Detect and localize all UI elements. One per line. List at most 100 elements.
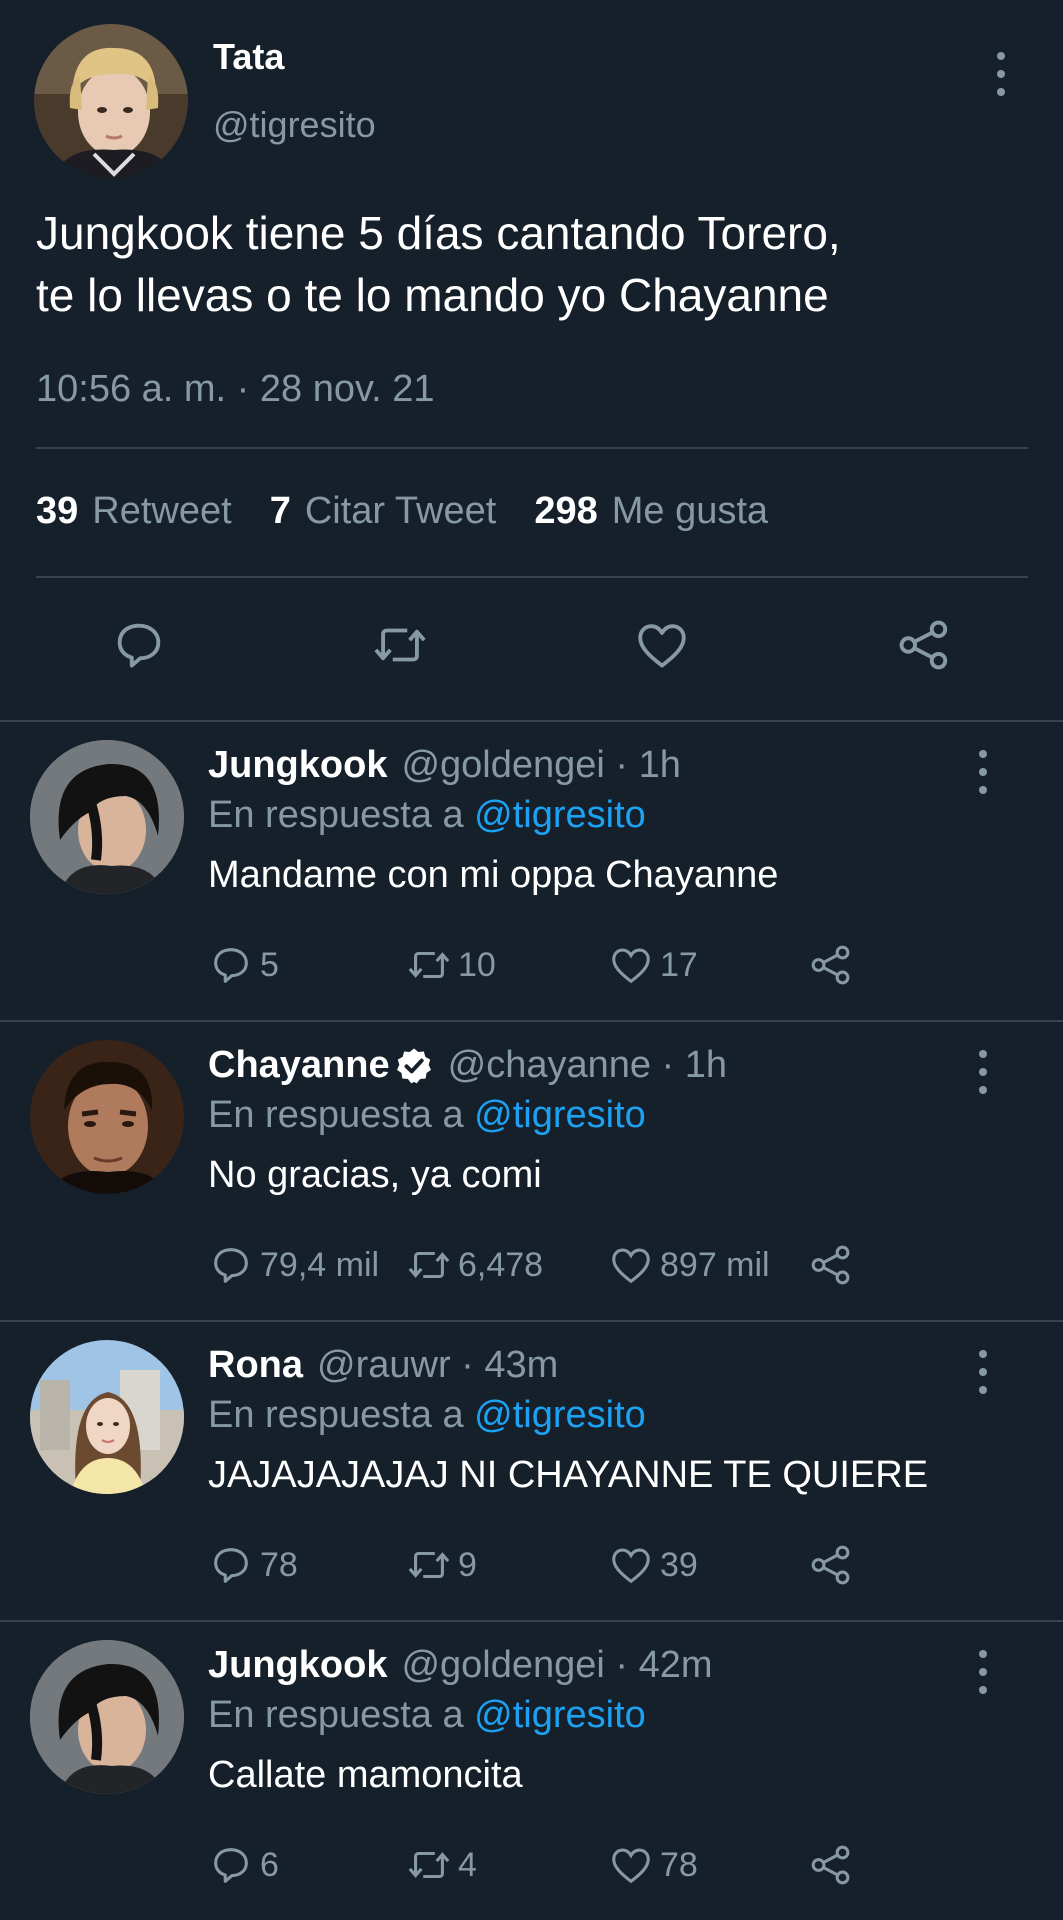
more-options-icon[interactable] [994,52,1008,96]
reply-text: JAJAJAJAJAJ NI CHAYANNE TE QUIERE [208,1454,929,1496]
like-button[interactable]: 897 mil [608,1240,770,1290]
retweet-count: 10 [458,945,496,984]
like-icon [612,1848,650,1884]
reply-tweet[interactable]: Jungkook @goldengei · 42m En respuesta a… [0,1620,1063,1920]
retweet-button[interactable]: 4 [406,1840,477,1890]
reply-handle-time[interactable]: @goldengei · 1h [401,744,680,787]
like-count: 897 mil [660,1245,770,1284]
avatar-chayanne[interactable] [30,1040,184,1194]
reply-count: 6 [260,1845,279,1884]
replying-to-label: En respuesta a [208,1394,464,1436]
reply-button[interactable]: 78 [208,1540,298,1590]
like-button[interactable]: 17 [608,940,698,990]
reply-author-name[interactable]: Jungkook [208,1644,387,1687]
reply-author-name[interactable]: Rona [208,1344,303,1387]
tweet-timestamp[interactable]: 10:56 a. m. · 28 nov. 21 [36,368,435,411]
more-options-icon[interactable] [976,1650,990,1694]
replying-to: En respuesta a @tigresito [208,794,646,837]
like-count: 78 [660,1845,698,1884]
retweet-count: 6,478 [458,1245,544,1284]
reply-handle-time[interactable]: @rauwr · 43m [317,1344,558,1387]
more-options-icon[interactable] [976,1050,990,1094]
retweet-icon [408,951,450,979]
reply-action-bar: 79,4 mil 6,478 897 mil [208,1240,868,1290]
share-icon[interactable] [895,616,953,674]
retweet-icon [408,1251,450,1279]
mention-link[interactable]: @tigresito [474,1394,646,1436]
reply-button[interactable]: 6 [208,1840,279,1890]
main-tweet: Tata @tigresito Jungkook tiene 5 días ca… [0,0,1063,720]
quotes-count[interactable]: 7 [270,490,291,533]
more-options-icon[interactable] [976,750,990,794]
retweet-icon [408,1551,450,1579]
verified-badge-icon [396,1048,431,1083]
like-button[interactable]: 39 [608,1540,698,1590]
divider [36,447,1028,449]
reply-tweet[interactable]: Chayanne @chayanne · 1h En respuesta a @… [0,1020,1063,1320]
reply-button[interactable]: 5 [208,940,279,990]
reply-button[interactable]: 79,4 mil [208,1240,379,1290]
retweet-icon[interactable] [371,616,429,674]
retweet-count: 4 [458,1845,477,1884]
reply-icon [214,1848,248,1883]
retweets-label[interactable]: Retweet [92,490,231,533]
reply-text: Mandame con mi oppa Chayanne [208,854,779,896]
author-handle[interactable]: @tigresito [213,104,376,146]
like-icon [612,1548,650,1584]
mention-link[interactable]: @tigresito [474,1094,646,1136]
reply-author-name[interactable]: Chayanne [208,1044,390,1087]
reply-header: Jungkook @goldengei · 42m [208,1644,713,1687]
reply-author-name[interactable]: Jungkook [208,744,387,787]
avatar-tata[interactable] [34,24,188,178]
like-icon[interactable] [633,616,691,674]
avatar-jungkook[interactable] [30,740,184,894]
mention-link[interactable]: @tigresito [474,1694,646,1736]
replying-to-label: En respuesta a [208,794,464,836]
share-icon [811,1845,850,1885]
reply-handle-time[interactable]: @chayanne · 1h [448,1044,727,1087]
like-icon [612,1248,650,1284]
retweet-count: 9 [458,1545,477,1584]
replying-to: En respuesta a @tigresito [208,1394,646,1437]
author-name[interactable]: Tata [213,36,284,78]
reply-action-bar: 5 10 17 [208,940,868,990]
tweet-stats: 39 Retweet 7 Citar Tweet 298 Me gusta [36,490,806,533]
reply-icon[interactable] [110,616,168,674]
likes-count[interactable]: 298 [534,490,597,533]
quotes-label[interactable]: Citar Tweet [305,490,496,533]
reply-header: Jungkook @goldengei · 1h [208,744,681,787]
like-count: 17 [660,945,698,984]
reply-action-bar: 6 4 78 [208,1840,868,1890]
like-count: 39 [660,1545,698,1584]
retweet-button[interactable]: 6,478 [406,1240,543,1290]
retweet-button[interactable]: 9 [406,1540,477,1590]
share-button[interactable] [808,1240,854,1290]
share-button[interactable] [808,1540,854,1590]
mention-link[interactable]: @tigresito [474,794,646,836]
like-button[interactable]: 78 [608,1840,698,1890]
reply-count: 5 [260,945,279,984]
reply-text: No gracias, ya comi [208,1154,542,1196]
share-icon [811,1545,850,1585]
retweet-button[interactable]: 10 [406,940,496,990]
reply-action-bar: 78 9 39 [208,1540,868,1590]
avatar-rona[interactable] [30,1340,184,1494]
replying-to: En respuesta a @tigresito [208,1694,646,1737]
retweet-icon [408,1851,450,1879]
likes-label[interactable]: Me gusta [612,490,768,533]
more-options-icon[interactable] [976,1350,990,1394]
avatar-jungkook[interactable] [30,1640,184,1794]
share-button[interactable] [808,940,854,990]
reply-icon [214,948,248,983]
reply-tweet[interactable]: Rona @rauwr · 43m En respuesta a @tigres… [0,1320,1063,1620]
replying-to-label: En respuesta a [208,1094,464,1136]
reply-text: Callate mamoncita [208,1754,523,1796]
reply-tweet[interactable]: Jungkook @goldengei · 1h En respuesta a … [0,720,1063,1020]
reply-header: Rona @rauwr · 43m [208,1344,558,1387]
tweet-action-bar [0,576,1063,720]
replying-to-label: En respuesta a [208,1694,464,1736]
share-button[interactable] [808,1840,854,1890]
reply-handle-time[interactable]: @goldengei · 42m [401,1644,712,1687]
reply-count: 78 [260,1545,298,1584]
retweets-count[interactable]: 39 [36,490,78,533]
